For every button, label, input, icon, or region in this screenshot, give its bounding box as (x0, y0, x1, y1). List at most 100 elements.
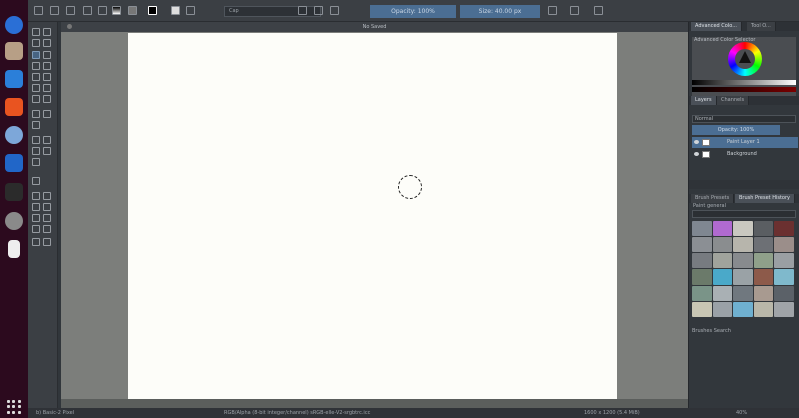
opacity-slider[interactable]: Opacity: 100% (370, 5, 456, 18)
document-tab[interactable]: No Saved (61, 22, 688, 32)
gradient-tool-icon[interactable] (32, 136, 40, 144)
brush-preset[interactable] (692, 221, 712, 237)
polyline-tool-icon[interactable] (43, 73, 51, 81)
mirror-vertical-icon[interactable] (570, 6, 579, 15)
edit-shapes-icon[interactable] (32, 39, 40, 47)
brush-preset[interactable] (712, 285, 733, 301)
line-tool-icon[interactable] (43, 51, 51, 59)
brush-preset-icon[interactable] (171, 6, 180, 15)
move-tool-icon[interactable] (32, 121, 40, 129)
ellipse-tool-icon[interactable] (43, 62, 51, 70)
polygon-select-icon[interactable] (43, 203, 51, 211)
brush-preset[interactable] (692, 285, 712, 301)
freehand-path-icon[interactable] (43, 84, 51, 92)
freehand-select-icon[interactable] (32, 214, 40, 222)
wrap-around-icon[interactable] (594, 6, 603, 15)
hue-slider[interactable] (692, 87, 796, 92)
brush-preset[interactable] (712, 253, 733, 269)
freehand-brush-icon[interactable] (32, 51, 40, 59)
zoom-tool-icon[interactable] (32, 238, 40, 246)
brush-preset[interactable] (774, 301, 794, 317)
brush-preset[interactable] (774, 237, 794, 253)
fill-tool-icon[interactable] (32, 158, 40, 166)
brush-preset[interactable] (753, 301, 774, 317)
tab-channels[interactable]: Channels (717, 96, 750, 105)
multibrush-icon[interactable] (43, 95, 51, 103)
brush-preset[interactable] (712, 301, 733, 317)
save-icon[interactable] (66, 6, 75, 15)
brush-preset[interactable] (712, 237, 733, 253)
brush-preset[interactable] (753, 285, 774, 301)
color-triangle-area[interactable] (735, 49, 755, 69)
brush-preset[interactable] (712, 221, 733, 237)
layer-blend-mode-select[interactable]: Normal (692, 115, 796, 123)
color-wheel[interactable] (728, 42, 762, 76)
brush-preset[interactable] (712, 269, 733, 285)
tab-brush-history[interactable]: Brush Preset History (735, 194, 795, 203)
brush-preset[interactable] (733, 285, 753, 301)
contiguous-select-icon[interactable] (43, 214, 51, 222)
assistant-tool-icon[interactable] (32, 177, 40, 185)
show-apps-icon[interactable] (7, 400, 21, 414)
usb-drive-icon[interactable] (8, 240, 20, 258)
similar-select-icon[interactable] (32, 225, 40, 233)
reload-preset-icon[interactable] (330, 6, 339, 15)
measure-tool-icon[interactable] (32, 192, 40, 200)
pan-tool-icon[interactable] (43, 238, 51, 246)
gradient-icon[interactable] (112, 6, 121, 15)
tag-filter-select[interactable] (692, 210, 796, 218)
calligraphy-icon[interactable] (43, 39, 51, 47)
brush-preset[interactable] (733, 301, 753, 317)
open-document-icon[interactable] (50, 6, 59, 15)
visibility-icon[interactable] (694, 152, 699, 156)
krita-running-icon[interactable] (5, 154, 23, 172)
terminal-icon[interactable] (5, 183, 23, 201)
smart-patch-icon[interactable] (43, 147, 51, 155)
settings-icon[interactable] (5, 212, 23, 230)
brush-preset[interactable] (733, 221, 753, 237)
canvas-paper[interactable] (128, 33, 617, 399)
brush-preset[interactable] (774, 253, 794, 269)
size-slider[interactable]: Size: 40.00 px (460, 5, 540, 18)
value-slider[interactable] (692, 80, 796, 85)
bezier-tool-icon[interactable] (32, 84, 40, 92)
color-picker-icon[interactable] (43, 136, 51, 144)
dynamic-brush-icon[interactable] (32, 95, 40, 103)
brush-editor-icon[interactable] (186, 6, 195, 15)
horizontal-scrollbar[interactable] (61, 399, 688, 408)
transform-tool-icon[interactable] (43, 110, 51, 118)
brush-preset[interactable] (692, 269, 712, 285)
brush-preset[interactable] (692, 253, 712, 269)
tab-brush-presets[interactable]: Brush Presets (691, 194, 735, 203)
color-triangle[interactable] (739, 51, 751, 63)
zoom-level[interactable]: 40% (736, 408, 747, 418)
advanced-color-selector[interactable]: Advanced Color Selector (692, 37, 796, 97)
files-icon[interactable] (5, 42, 23, 60)
layer-row[interactable]: Paint Layer 1 (692, 137, 798, 148)
brush-preset[interactable] (692, 301, 712, 317)
text-tool-icon[interactable] (43, 28, 51, 36)
brush-preset[interactable] (733, 269, 753, 285)
crop-tool-icon[interactable] (32, 110, 40, 118)
eraser-mode-icon[interactable] (298, 6, 307, 15)
brush-preset[interactable] (753, 269, 774, 285)
tab-tool-options[interactable]: Tool O... (747, 22, 776, 31)
brush-preset[interactable] (753, 237, 774, 253)
ellipse-select-icon[interactable] (32, 203, 40, 211)
layer-row[interactable]: Background (692, 149, 798, 160)
preserve-alpha-icon[interactable] (314, 6, 323, 15)
brush-preset[interactable] (774, 285, 794, 301)
colorize-mask-icon[interactable] (32, 147, 40, 155)
visibility-icon[interactable] (694, 140, 699, 144)
tab-layers[interactable]: Layers (691, 96, 717, 105)
brush-preset[interactable] (753, 221, 774, 237)
tab-advanced-color[interactable]: Advanced Colo... (691, 22, 742, 31)
app-center-icon[interactable] (5, 98, 23, 116)
brush-preset[interactable] (774, 269, 794, 285)
polygon-tool-icon[interactable] (32, 73, 40, 81)
rect-select-icon[interactable] (43, 192, 51, 200)
brush-preset[interactable] (753, 253, 774, 269)
writer-icon[interactable] (5, 70, 23, 88)
bezier-select-icon[interactable] (43, 225, 51, 233)
rectangle-tool-icon[interactable] (32, 62, 40, 70)
